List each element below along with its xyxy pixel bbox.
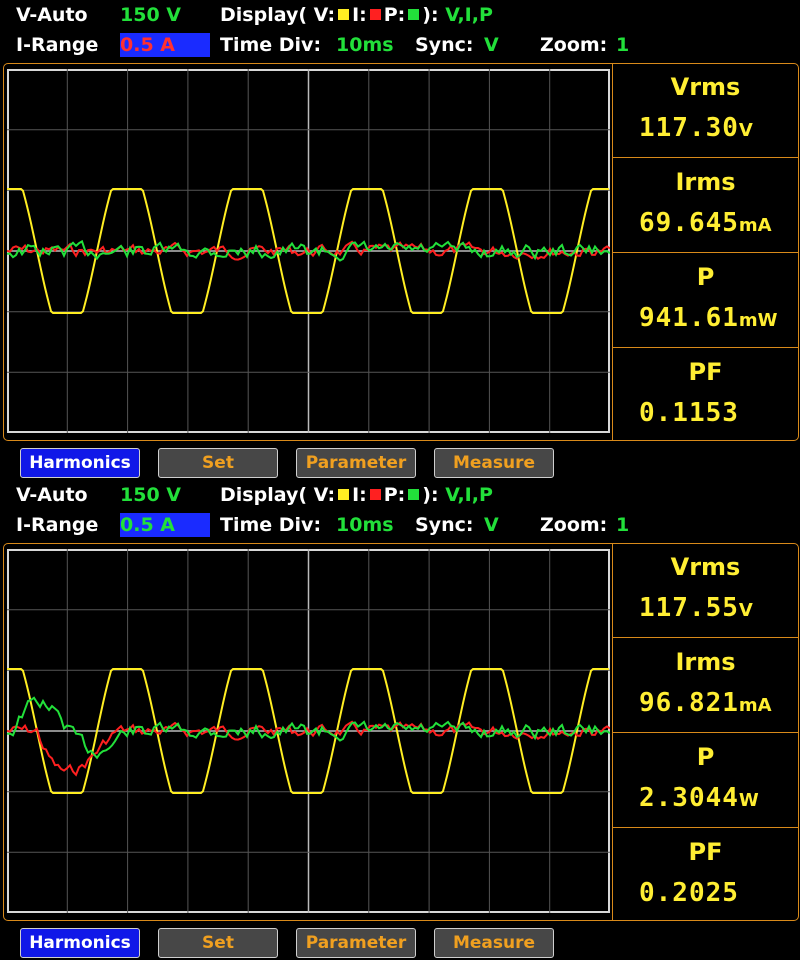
zoom-value[interactable]: 1 <box>616 34 629 56</box>
measure-button[interactable]: Measure <box>434 928 554 958</box>
reading-unit: V <box>738 120 753 141</box>
reading-value: 2.3044W <box>639 783 759 813</box>
v-range-value[interactable]: 150 V <box>120 484 181 506</box>
reading-vrms: Vrms 117.30V <box>612 63 798 158</box>
display-channels[interactable]: V,I,P <box>445 484 493 506</box>
i-range-value[interactable]: 0.5 A <box>120 34 175 56</box>
reading-value: 117.30V <box>639 113 753 143</box>
waveform-display[interactable] <box>7 69 610 433</box>
i-range-label: I-Range <box>16 514 99 536</box>
reading-vrms: Vrms 117.55V <box>612 543 798 638</box>
harmonics-button[interactable]: Harmonics <box>20 448 140 478</box>
zoom-value[interactable]: 1 <box>616 514 629 536</box>
reading-label: PF <box>688 838 723 866</box>
reading-value: 117.55V <box>639 593 753 623</box>
display-label: Display( V: <box>220 4 336 26</box>
reading-irms: Irms 69.645mA <box>612 158 798 253</box>
reading-value: 96.821mA <box>639 688 772 718</box>
reading-label: Vrms <box>670 73 741 101</box>
reading-unit: mW <box>738 310 778 331</box>
time-div-label: Time Div: <box>220 34 322 56</box>
reading-label: P <box>696 263 715 291</box>
reading-label: P <box>696 743 715 771</box>
display-p-label: P: <box>383 484 406 506</box>
reading-label: Irms <box>675 168 736 196</box>
display-close: ): <box>422 484 439 506</box>
reading-pf: PF 0.2025 <box>612 828 798 920</box>
current-swatch-icon <box>369 9 381 20</box>
parameter-button[interactable]: Parameter <box>296 448 416 478</box>
set-button[interactable]: Set <box>158 448 278 478</box>
display-legend: Display( V: I: P:): V,I,P <box>220 4 493 26</box>
reading-unit: W <box>738 790 759 811</box>
reading-unit: mA <box>738 215 772 236</box>
sync-label: Sync: <box>415 34 474 56</box>
display-p-label: P: <box>383 4 406 26</box>
current-swatch-icon <box>369 489 381 500</box>
v-range-value[interactable]: 150 V <box>120 4 181 26</box>
voltage-swatch-icon <box>338 489 350 500</box>
display-legend: Display( V: I: P:): V,I,P <box>220 484 493 506</box>
reading-unit: mA <box>738 695 772 716</box>
parameter-button[interactable]: Parameter <box>296 928 416 958</box>
scope-panel-1: V-Auto 150 V Display( V: I: P:): V,I,P I-R… <box>0 0 800 480</box>
display-i-label: I: <box>352 4 367 26</box>
reading-value: 69.645mA <box>639 208 772 238</box>
i-range-label: I-Range <box>16 34 99 56</box>
time-div-value[interactable]: 10ms <box>336 34 394 56</box>
reading-value: 0.1153 <box>639 398 739 428</box>
waveform-display[interactable] <box>7 549 610 913</box>
zoom-label: Zoom: <box>540 34 608 56</box>
reading-irms: Irms 96.821mA <box>612 638 798 733</box>
sync-value[interactable]: V <box>484 34 499 56</box>
voltage-swatch-icon <box>338 9 350 20</box>
display-channels[interactable]: V,I,P <box>445 4 493 26</box>
reading-unit: V <box>738 600 753 621</box>
v-auto-label: V-Auto <box>16 4 88 26</box>
power-swatch-icon <box>408 489 420 500</box>
sync-value[interactable]: V <box>484 514 499 536</box>
reading-power: P 941.61mW <box>612 253 798 348</box>
power-swatch-icon <box>408 9 420 20</box>
set-button[interactable]: Set <box>158 928 278 958</box>
reading-value: 941.61mW <box>639 303 778 333</box>
measure-button[interactable]: Measure <box>434 448 554 478</box>
reading-label: Vrms <box>670 553 741 581</box>
time-div-value[interactable]: 10ms <box>336 514 394 536</box>
reading-label: PF <box>688 358 723 386</box>
sync-label: Sync: <box>415 514 474 536</box>
scope-panel-2: V-Auto 150 V Display( V: I: P:): V,I,P I-R… <box>0 480 800 960</box>
reading-label: Irms <box>675 648 736 676</box>
time-div-label: Time Div: <box>220 514 322 536</box>
harmonics-button[interactable]: Harmonics <box>20 928 140 958</box>
reading-power: P 2.3044W <box>612 733 798 828</box>
v-auto-label: V-Auto <box>16 484 88 506</box>
display-close: ): <box>422 4 439 26</box>
display-i-label: I: <box>352 484 367 506</box>
reading-pf: PF 0.1153 <box>612 348 798 440</box>
i-range-value[interactable]: 0.5 A <box>120 514 175 536</box>
zoom-label: Zoom: <box>540 514 608 536</box>
display-label: Display( V: <box>220 484 336 506</box>
reading-value: 0.2025 <box>639 878 739 908</box>
